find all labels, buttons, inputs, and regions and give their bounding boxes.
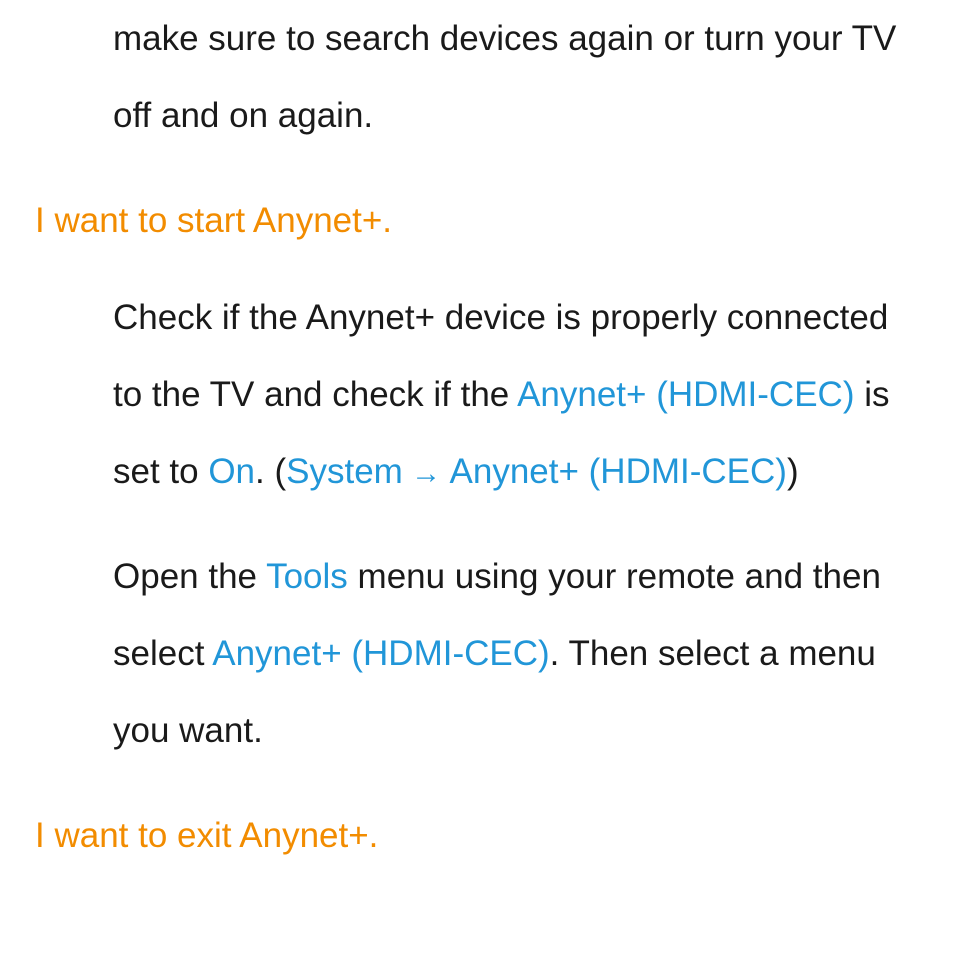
- highlight-tools: Tools: [266, 557, 348, 596]
- body-text: ): [787, 452, 799, 491]
- body-text: make sure to search devices again or tur…: [113, 19, 896, 135]
- highlight-on: On: [208, 452, 255, 491]
- body-text: . (: [255, 452, 286, 491]
- paragraph-continuation: make sure to search devices again or tur…: [35, 0, 919, 154]
- arrow-right-icon: →: [403, 457, 450, 490]
- highlight-system: System: [286, 452, 403, 491]
- highlight-anynet-hdmi-cec-select: Anynet+ (HDMI-CEC): [212, 634, 549, 673]
- highlight-anynet-hdmi-cec: Anynet+ (HDMI-CEC): [517, 375, 854, 414]
- document-content: make sure to search devices again or tur…: [0, 0, 954, 874]
- body-text: Open the: [113, 557, 266, 596]
- section-heading-start-anynet: I want to start Anynet+.: [35, 182, 919, 259]
- section-heading-exit-anynet: I want to exit Anynet+.: [35, 797, 919, 874]
- highlight-anynet-hdmi-cec-path: Anynet+ (HDMI-CEC): [450, 452, 787, 491]
- paragraph-check-connection: Check if the Anynet+ device is properly …: [35, 279, 919, 510]
- paragraph-open-tools: Open the Tools menu using your remote an…: [35, 538, 919, 769]
